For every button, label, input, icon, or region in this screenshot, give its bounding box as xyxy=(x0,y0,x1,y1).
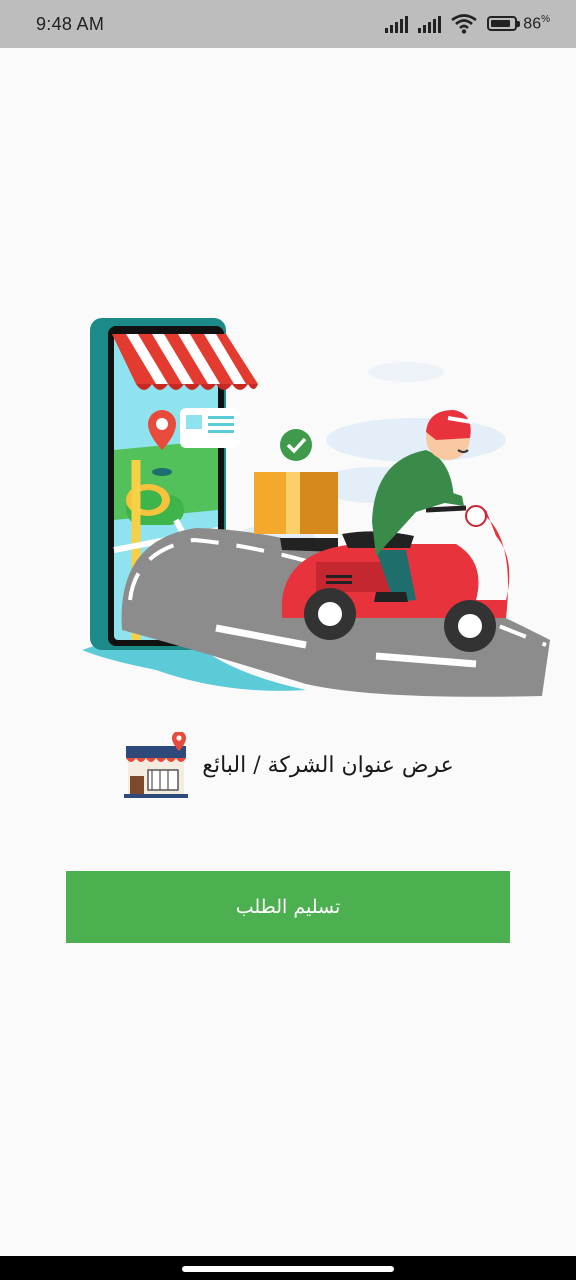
seller-address-row[interactable]: عرض عنوان الشركة / البائع xyxy=(0,725,576,805)
signal-icon xyxy=(418,15,442,33)
home-gesture-handle[interactable] xyxy=(182,1266,394,1272)
status-icons: 86% xyxy=(385,14,550,34)
delivery-scooter-illustration xyxy=(82,318,550,697)
signal-icon xyxy=(385,15,409,33)
seller-address-label: عرض عنوان الشركة / البائع xyxy=(202,752,454,778)
wifi-icon xyxy=(451,14,478,34)
battery-indicator: 86% xyxy=(487,14,550,33)
store-location-icon xyxy=(124,732,189,798)
battery-percent: 86 xyxy=(523,15,542,33)
status-time: 9:48 AM xyxy=(36,13,105,34)
status-bar: 9:48 AM 86% xyxy=(0,0,576,48)
battery-percent-sign: % xyxy=(541,14,550,26)
battery-icon xyxy=(487,16,521,32)
deliver-order-button[interactable]: تسليم الطلب xyxy=(66,871,510,943)
